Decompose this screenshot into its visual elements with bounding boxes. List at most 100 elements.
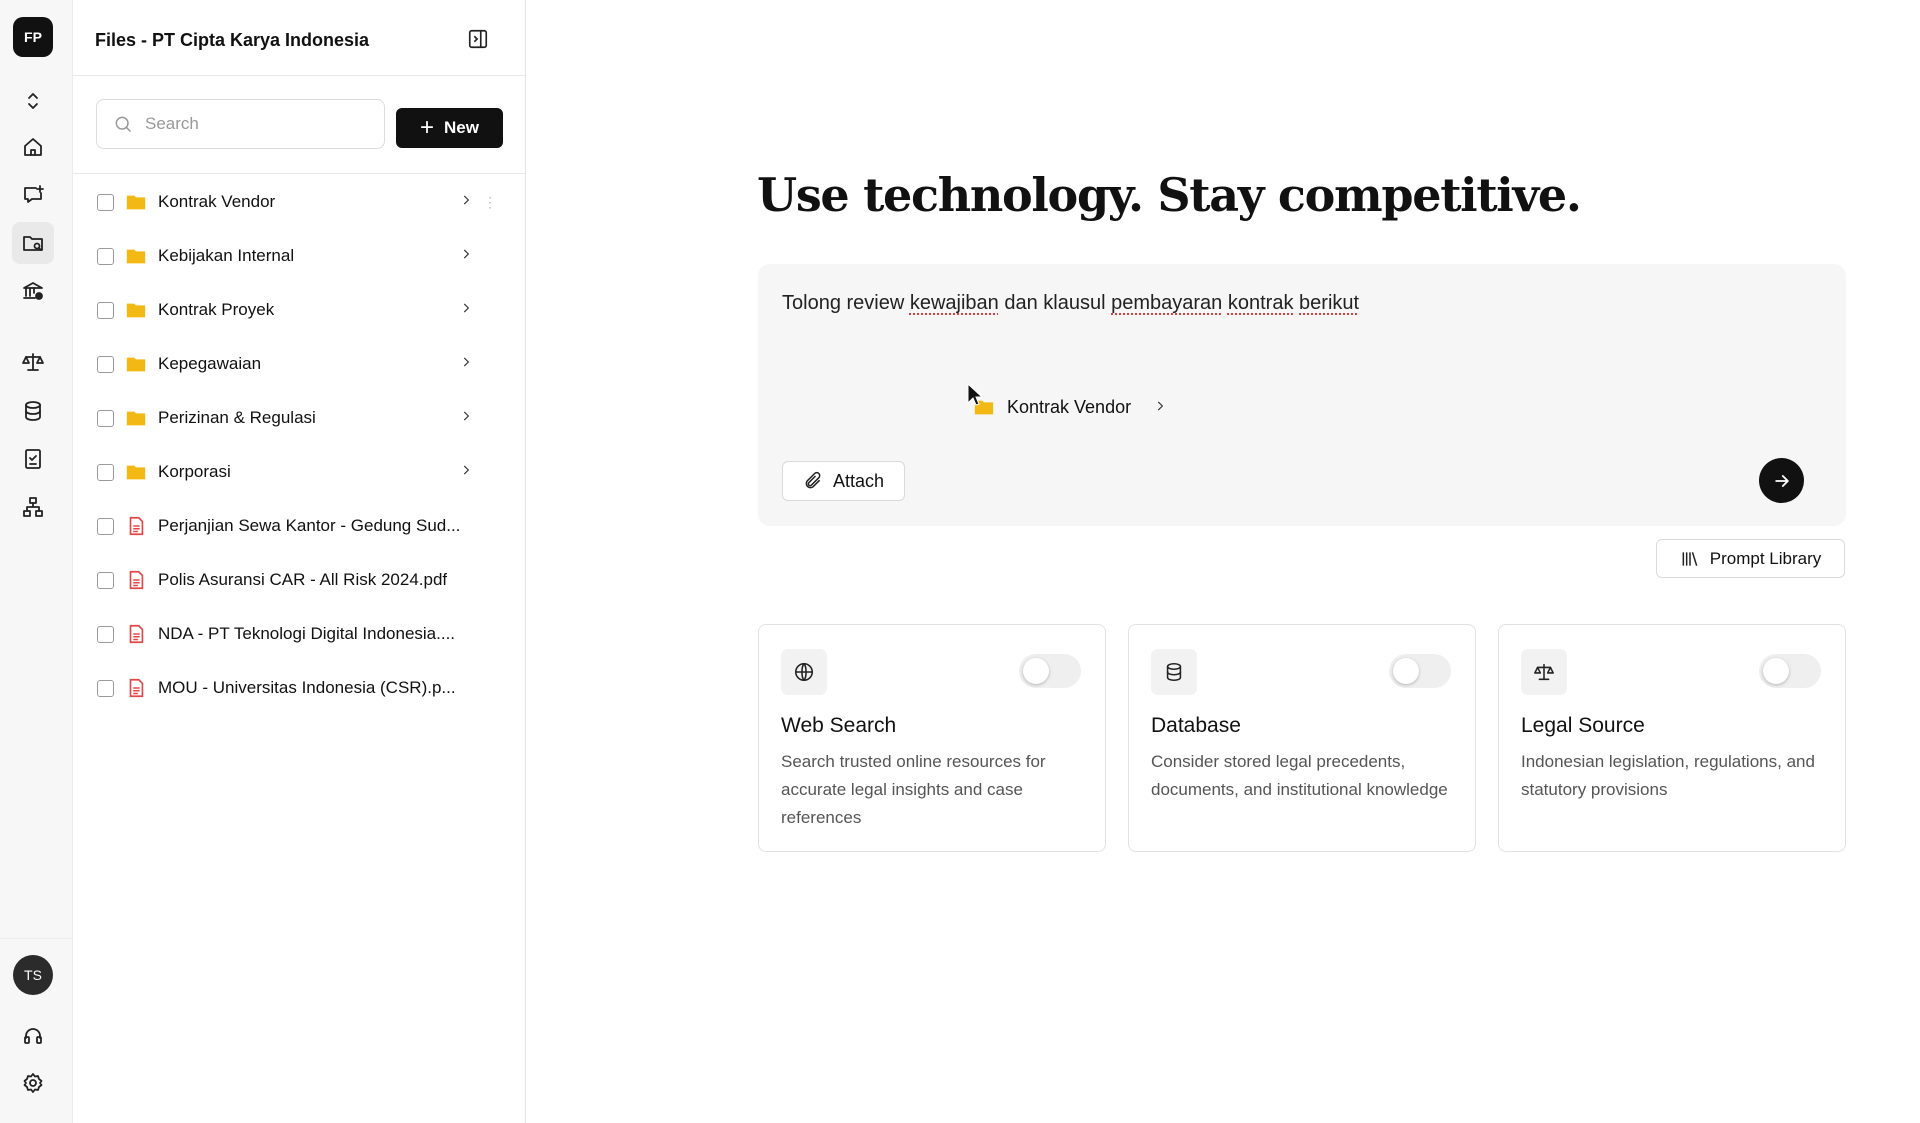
item-name: Kepegawaian bbox=[158, 354, 262, 373]
chevron-right-icon[interactable] bbox=[459, 409, 473, 428]
list-item[interactable]: Perizinan & Regulasi bbox=[73, 391, 526, 445]
item-name: Perjanjian Sewa Kantor - Gedung Sud... bbox=[158, 516, 461, 535]
prompt-word: berikut bbox=[1299, 292, 1360, 314]
row-checkbox[interactable] bbox=[97, 301, 114, 319]
item-name: Korporasi bbox=[158, 462, 231, 481]
collapse-panel-icon[interactable] bbox=[467, 28, 491, 52]
card-title: Web Search bbox=[781, 714, 897, 737]
row-checkbox[interactable] bbox=[97, 517, 114, 535]
prompt-word: dan klausul bbox=[1004, 292, 1106, 314]
search-icon bbox=[115, 116, 132, 133]
prompt-word: pembayaran bbox=[1111, 292, 1223, 314]
folder-icon bbox=[126, 357, 146, 372]
chevron-right-icon[interactable] bbox=[459, 193, 473, 212]
new-chat-icon[interactable] bbox=[12, 174, 54, 216]
item-name: Kontrak Proyek bbox=[158, 300, 275, 319]
list-item[interactable]: Kebijakan Internal bbox=[73, 229, 526, 283]
paperclip-icon bbox=[805, 471, 821, 489]
institution-icon[interactable] bbox=[12, 270, 54, 312]
row-checkbox[interactable] bbox=[97, 247, 114, 265]
attach-label: Attach bbox=[832, 470, 885, 491]
scale-icon[interactable] bbox=[12, 341, 54, 383]
workspace-switcher-icon[interactable] bbox=[12, 80, 54, 122]
new-button-label: New bbox=[444, 118, 479, 137]
item-name: NDA - PT Teknologi Digital Indonesia.... bbox=[158, 624, 456, 643]
panel-header: Files - PT Cipta Karya Indonesia bbox=[73, 0, 525, 76]
item-name: Kontrak Vendor bbox=[158, 192, 276, 211]
list-item[interactable]: Polis Asuransi CAR - All Risk 2024.pdf bbox=[73, 553, 526, 607]
more-options-icon[interactable]: ⋮ bbox=[483, 195, 497, 209]
card-title: Database bbox=[1151, 714, 1241, 737]
row-checkbox[interactable] bbox=[97, 355, 114, 373]
item-name: Kebijakan Internal bbox=[158, 246, 295, 265]
panel-toolbar: + New bbox=[73, 76, 525, 174]
row-checkbox[interactable] bbox=[97, 679, 114, 697]
row-checkbox[interactable] bbox=[97, 463, 114, 481]
folder-icon bbox=[126, 303, 146, 318]
chevron-right-icon[interactable] bbox=[459, 355, 473, 374]
chevron-right-icon bbox=[1153, 397, 1167, 418]
list-item[interactable]: Kontrak Vendor ⋮ bbox=[73, 175, 526, 229]
web-search-toggle[interactable] bbox=[1019, 654, 1081, 688]
prompt-box[interactable]: Tolong review kewajiban dan klausul pemb… bbox=[758, 264, 1846, 526]
chevron-right-icon[interactable] bbox=[459, 463, 473, 482]
page-headline: Use technology. Stay competitive. bbox=[757, 168, 1582, 222]
prompt-library-label: Prompt Library bbox=[1709, 548, 1822, 568]
search-input[interactable] bbox=[145, 114, 365, 134]
document-icon bbox=[129, 678, 144, 698]
search-box[interactable] bbox=[96, 99, 385, 149]
row-checkbox[interactable] bbox=[97, 193, 114, 211]
row-checkbox[interactable] bbox=[97, 625, 114, 643]
plus-icon: + bbox=[420, 114, 435, 141]
database-toggle[interactable] bbox=[1389, 654, 1451, 688]
files-panel: Files - PT Cipta Karya Indonesia + New K… bbox=[73, 0, 526, 1123]
arrow-right-icon bbox=[1774, 474, 1789, 487]
list-item[interactable]: NDA - PT Teknologi Digital Indonesia.... bbox=[73, 607, 526, 661]
home-icon[interactable] bbox=[12, 126, 54, 168]
row-checkbox[interactable] bbox=[97, 409, 114, 427]
list-item[interactable]: Perjanjian Sewa Kantor - Gedung Sud... bbox=[73, 499, 526, 553]
mouse-cursor-icon bbox=[967, 383, 983, 406]
attach-button[interactable]: Attach bbox=[782, 461, 905, 501]
document-icon bbox=[129, 516, 144, 536]
list-item[interactable]: Kontrak Proyek bbox=[73, 283, 526, 337]
panel-title: Files - PT Cipta Karya Indonesia bbox=[95, 30, 370, 50]
checklist-icon[interactable] bbox=[12, 438, 54, 480]
item-name: Polis Asuransi CAR - All Risk 2024.pdf bbox=[158, 570, 448, 589]
database-card[interactable]: Database Consider stored legal precedent… bbox=[1128, 624, 1476, 852]
scale-icon bbox=[1521, 649, 1567, 695]
prompt-word: kewajiban bbox=[909, 292, 999, 314]
web-search-card[interactable]: Web Search Search trusted online resourc… bbox=[758, 624, 1106, 852]
list-item[interactable]: MOU - Universitas Indonesia (CSR).p... bbox=[73, 661, 526, 715]
database-icon bbox=[1151, 649, 1197, 695]
folder-icon bbox=[126, 249, 146, 264]
list-item[interactable]: Korporasi bbox=[73, 445, 526, 499]
prompt-word: kontrak bbox=[1227, 292, 1294, 314]
dragged-folder-label: Kontrak Vendor bbox=[1007, 396, 1132, 417]
settings-gear-icon[interactable] bbox=[12, 1062, 54, 1104]
chevron-right-icon[interactable] bbox=[459, 301, 473, 320]
list-item[interactable]: Kepegawaian bbox=[73, 337, 526, 391]
folder-icon bbox=[126, 195, 146, 210]
new-button[interactable]: + New bbox=[396, 108, 503, 148]
workspace-logo[interactable]: FP bbox=[13, 17, 53, 57]
files-icon[interactable] bbox=[12, 222, 54, 264]
row-checkbox[interactable] bbox=[97, 571, 114, 589]
legal-source-card[interactable]: Legal Source Indonesian legislation, reg… bbox=[1498, 624, 1846, 852]
card-description: Search trusted online resources for accu… bbox=[781, 752, 1046, 827]
user-avatar[interactable]: TS bbox=[13, 955, 53, 995]
item-name: Perizinan & Regulasi bbox=[158, 408, 316, 427]
chevron-right-icon[interactable] bbox=[459, 247, 473, 266]
support-headset-icon[interactable] bbox=[12, 1015, 54, 1057]
send-button[interactable] bbox=[1759, 458, 1804, 503]
prompt-input[interactable]: Tolong review kewajiban dan klausul pemb… bbox=[782, 292, 1359, 315]
app-rail: FP TS bbox=[0, 0, 73, 1123]
item-name: MOU - Universitas Indonesia (CSR).p... bbox=[158, 678, 456, 697]
prompt-word: Tolong review bbox=[782, 292, 905, 314]
legal-source-toggle[interactable] bbox=[1759, 654, 1821, 688]
library-icon bbox=[1682, 551, 1698, 566]
dragged-folder-chip[interactable]: Kontrak Vendor bbox=[973, 396, 1167, 418]
prompt-library-button[interactable]: Prompt Library bbox=[1656, 539, 1845, 578]
hierarchy-icon[interactable] bbox=[12, 486, 54, 528]
database-icon[interactable] bbox=[12, 390, 54, 432]
